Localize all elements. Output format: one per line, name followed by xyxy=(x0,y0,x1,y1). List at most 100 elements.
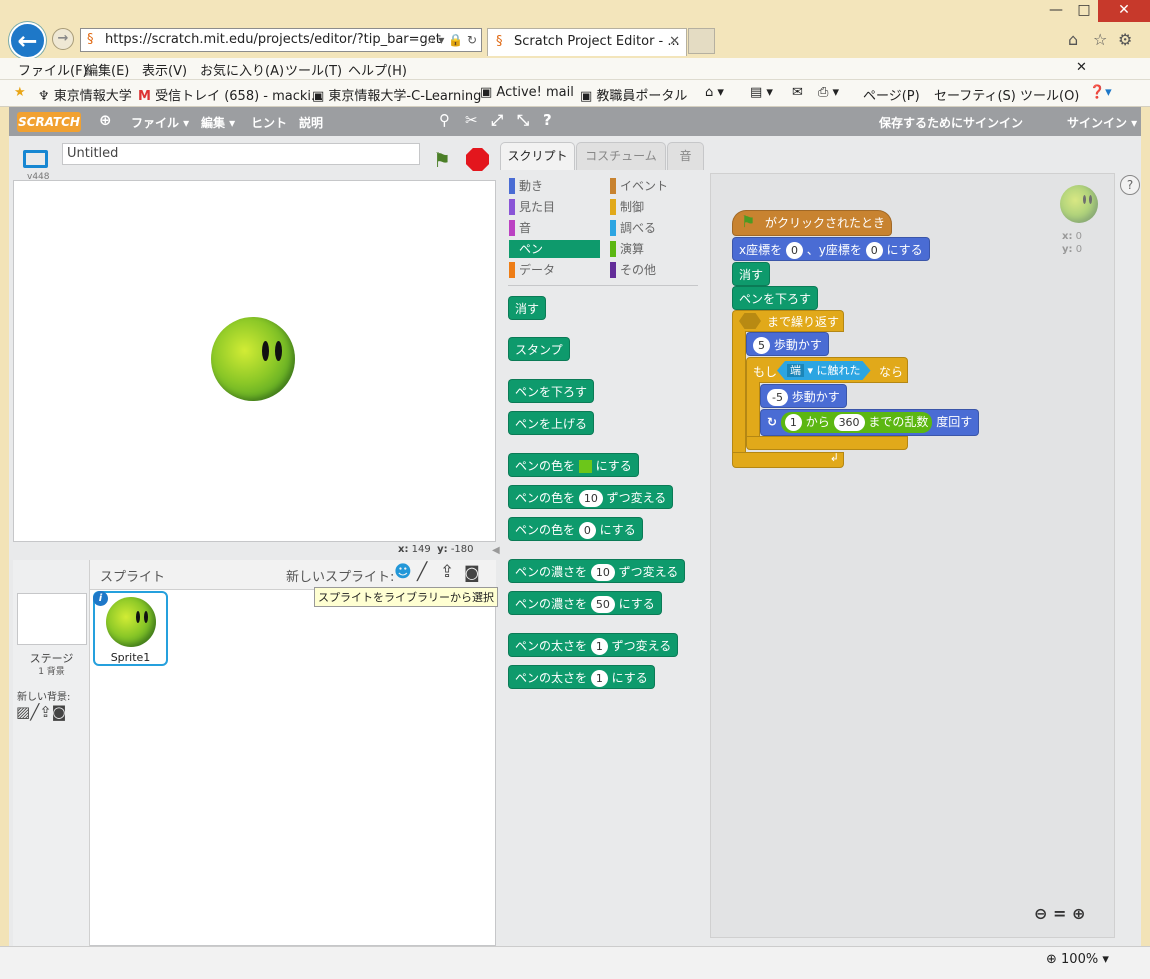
favorite-link-3[interactable]: ▣ 東京情報大学-C-Learning xyxy=(312,85,481,104)
category-data[interactable]: データ xyxy=(509,261,555,279)
block-turn-degrees[interactable]: ↻ 1 から 360 までの乱数 度回す xyxy=(760,409,980,436)
block-set-pen-shade[interactable]: ペンの濃さを 50 にする xyxy=(508,591,662,615)
signin-button[interactable]: サインイン ▾ xyxy=(1067,114,1137,131)
block-set-pen-color[interactable]: ペンの色を にする xyxy=(508,453,639,477)
scratch-logo[interactable]: SCRATCH xyxy=(17,112,81,132)
favorites-star-icon[interactable]: ☆ xyxy=(1093,30,1107,49)
shrink-icon[interactable]: ⤡ xyxy=(517,111,529,129)
menu-edit[interactable]: 編集(E) xyxy=(85,60,129,79)
menu-view[interactable]: 表示(V) xyxy=(142,60,187,79)
condition-slot[interactable] xyxy=(739,313,761,329)
upload-icon[interactable]: ⇪ xyxy=(440,562,454,582)
stop-sign-icon[interactable] xyxy=(466,148,489,171)
block-input[interactable]: 10 xyxy=(578,490,603,507)
block-stamp[interactable]: スタンプ xyxy=(508,337,570,361)
feeds-icon[interactable]: ▤ ▾ xyxy=(750,85,773,100)
tab-costumes[interactable]: コスチューム xyxy=(576,142,666,170)
block-change-pen-size[interactable]: ペンの太さを 1 ずつ変える xyxy=(508,633,679,657)
cut-scissors-icon[interactable]: ✂ xyxy=(465,111,478,129)
toolbar-page[interactable]: ページ(P) xyxy=(863,85,920,104)
block-clear[interactable]: 消す xyxy=(508,296,547,320)
block-input[interactable]: 50 xyxy=(590,596,615,613)
scratch-menu-tips[interactable]: ヒント xyxy=(251,114,287,131)
block-help-icon[interactable]: ? xyxy=(543,111,552,129)
globe-icon[interactable]: ⊕ xyxy=(99,111,112,129)
favorite-link-2[interactable]: M 受信トレイ (658) - macki... xyxy=(138,85,323,104)
toolbar-safety[interactable]: セーフティ(S) xyxy=(934,85,1016,104)
paint-brush-icon[interactable]: ╱ xyxy=(417,562,427,582)
duplicate-stamp-icon[interactable]: ⚲ xyxy=(439,111,450,129)
menu-favorites[interactable]: お気に入り(A) xyxy=(200,60,284,79)
stage-thumbnail[interactable] xyxy=(17,593,87,645)
toolbar-tools[interactable]: ツール(O) xyxy=(1020,85,1079,104)
category-events[interactable]: イベント xyxy=(610,177,668,195)
mail-icon[interactable]: ✉ xyxy=(792,85,803,100)
forward-arrow-icon[interactable]: → xyxy=(52,28,74,50)
hat-when-flag-clicked[interactable]: ⚑ がクリックされたとき xyxy=(732,210,893,236)
back-arrow-icon[interactable]: ← xyxy=(9,22,46,59)
address-bar[interactable]: § https://scratch.mit.edu/projects/edito… xyxy=(80,28,482,52)
menubar-close-icon[interactable]: ✕ xyxy=(1076,60,1087,75)
backdrop-paint-icon[interactable]: ╱ xyxy=(30,703,39,721)
backdrop-camera-icon[interactable]: ◙ xyxy=(52,703,67,721)
tab-close-icon[interactable]: ✕ xyxy=(669,29,680,55)
sprite-on-stage[interactable] xyxy=(211,317,295,401)
block-input[interactable]: 1 xyxy=(784,414,802,431)
category-more[interactable]: その他 xyxy=(610,261,656,279)
block-pen-down[interactable]: ペンを下ろす xyxy=(508,379,595,403)
address-controls-icon[interactable]: ⌕ ▾ 🔒 ↻ xyxy=(428,29,477,51)
tab-sounds[interactable]: 音 xyxy=(667,142,704,170)
tab-scripts[interactable]: スクリプト xyxy=(500,142,575,170)
home-toolbar-icon[interactable]: ⌂ ▾ xyxy=(705,85,724,100)
browser-tab[interactable]: § Scratch Project Editor - ... ✕ xyxy=(487,28,687,56)
scratch-menu-about[interactable]: 説明 xyxy=(299,114,323,131)
category-pen[interactable]: ペン xyxy=(509,240,600,258)
category-motion[interactable]: 動き xyxy=(509,177,543,195)
maximize-button[interactable]: □ xyxy=(1070,0,1098,22)
category-sensing[interactable]: 調べる xyxy=(610,219,656,237)
sprite-library-icon[interactable]: ☻ xyxy=(394,562,412,582)
camera-icon[interactable]: ◙ xyxy=(464,563,480,582)
pick-random-block[interactable]: 1 から 360 までの乱数 xyxy=(780,412,933,433)
block-input[interactable]: 1 xyxy=(590,638,608,655)
block-input[interactable]: 0 xyxy=(785,242,803,259)
minimize-button[interactable]: — xyxy=(1042,0,1070,22)
category-looks[interactable]: 見た目 xyxy=(509,198,555,216)
favorite-link-4[interactable]: ▣ Active! mail xyxy=(480,85,574,100)
block-set-pen-color-number[interactable]: ペンの色を 0 にする xyxy=(508,517,643,541)
backdrop-upload-icon[interactable]: ⇪ xyxy=(39,703,52,721)
home-icon[interactable]: ⌂ xyxy=(1068,30,1078,49)
close-window-button[interactable]: ✕ xyxy=(1098,0,1150,22)
block-input[interactable]: 360 xyxy=(833,414,865,431)
menu-tools[interactable]: ツール(T) xyxy=(285,60,342,79)
favorite-link-5[interactable]: ▣ 教職員ポータル xyxy=(580,85,687,104)
zoom-level[interactable]: ⊕ 100% ▾ xyxy=(1046,952,1109,967)
save-signin-link[interactable]: 保存するためにサインイン xyxy=(879,114,1023,131)
block-input[interactable]: 1 xyxy=(590,670,608,687)
new-tab-button[interactable] xyxy=(688,28,715,54)
block-input[interactable]: 0 xyxy=(865,242,883,259)
menu-help[interactable]: ヘルプ(H) xyxy=(348,60,407,79)
green-flag-icon[interactable]: ⚑ xyxy=(433,148,451,172)
touching-dropdown[interactable]: 端 xyxy=(787,364,804,377)
favorite-link-1[interactable]: ♆ 東京情報大学 xyxy=(38,85,132,104)
fullscreen-icon[interactable] xyxy=(23,150,48,168)
scratch-menu-edit[interactable]: 編集 ▾ xyxy=(201,114,235,131)
block-input[interactable]: 10 xyxy=(590,564,615,581)
block-change-pen-color[interactable]: ペンの色を 10 ずつ変える xyxy=(508,485,674,509)
print-icon[interactable]: ⎙ ▾ xyxy=(818,85,839,100)
repeat-until-top[interactable]: まで繰り返す xyxy=(732,310,844,332)
sprite-info-icon[interactable]: i xyxy=(93,591,108,606)
block-pen-up[interactable]: ペンを上げる xyxy=(508,411,595,435)
project-title-input[interactable]: Untitled xyxy=(62,143,420,165)
block-change-pen-shade[interactable]: ペンの濃さを 10 ずつ変える xyxy=(508,559,686,583)
help-circle-icon[interactable]: ❓▾ xyxy=(1089,85,1112,100)
block-set-pen-size[interactable]: ペンの太さを 1 にする xyxy=(508,665,655,689)
block-move-steps[interactable]: 5 歩動かす xyxy=(746,332,829,356)
collapse-stage-icon[interactable]: ◀ xyxy=(492,545,500,556)
category-control[interactable]: 制御 xyxy=(610,198,644,216)
scratch-menu-file[interactable]: ファイル ▾ xyxy=(131,114,189,131)
zoom-in-icon[interactable]: ⊕ xyxy=(1072,904,1085,923)
block-move-back[interactable]: -5 歩動かす xyxy=(760,384,847,408)
block-goto-xy[interactable]: x座標を 0 、y座標を 0 にする xyxy=(732,237,930,261)
